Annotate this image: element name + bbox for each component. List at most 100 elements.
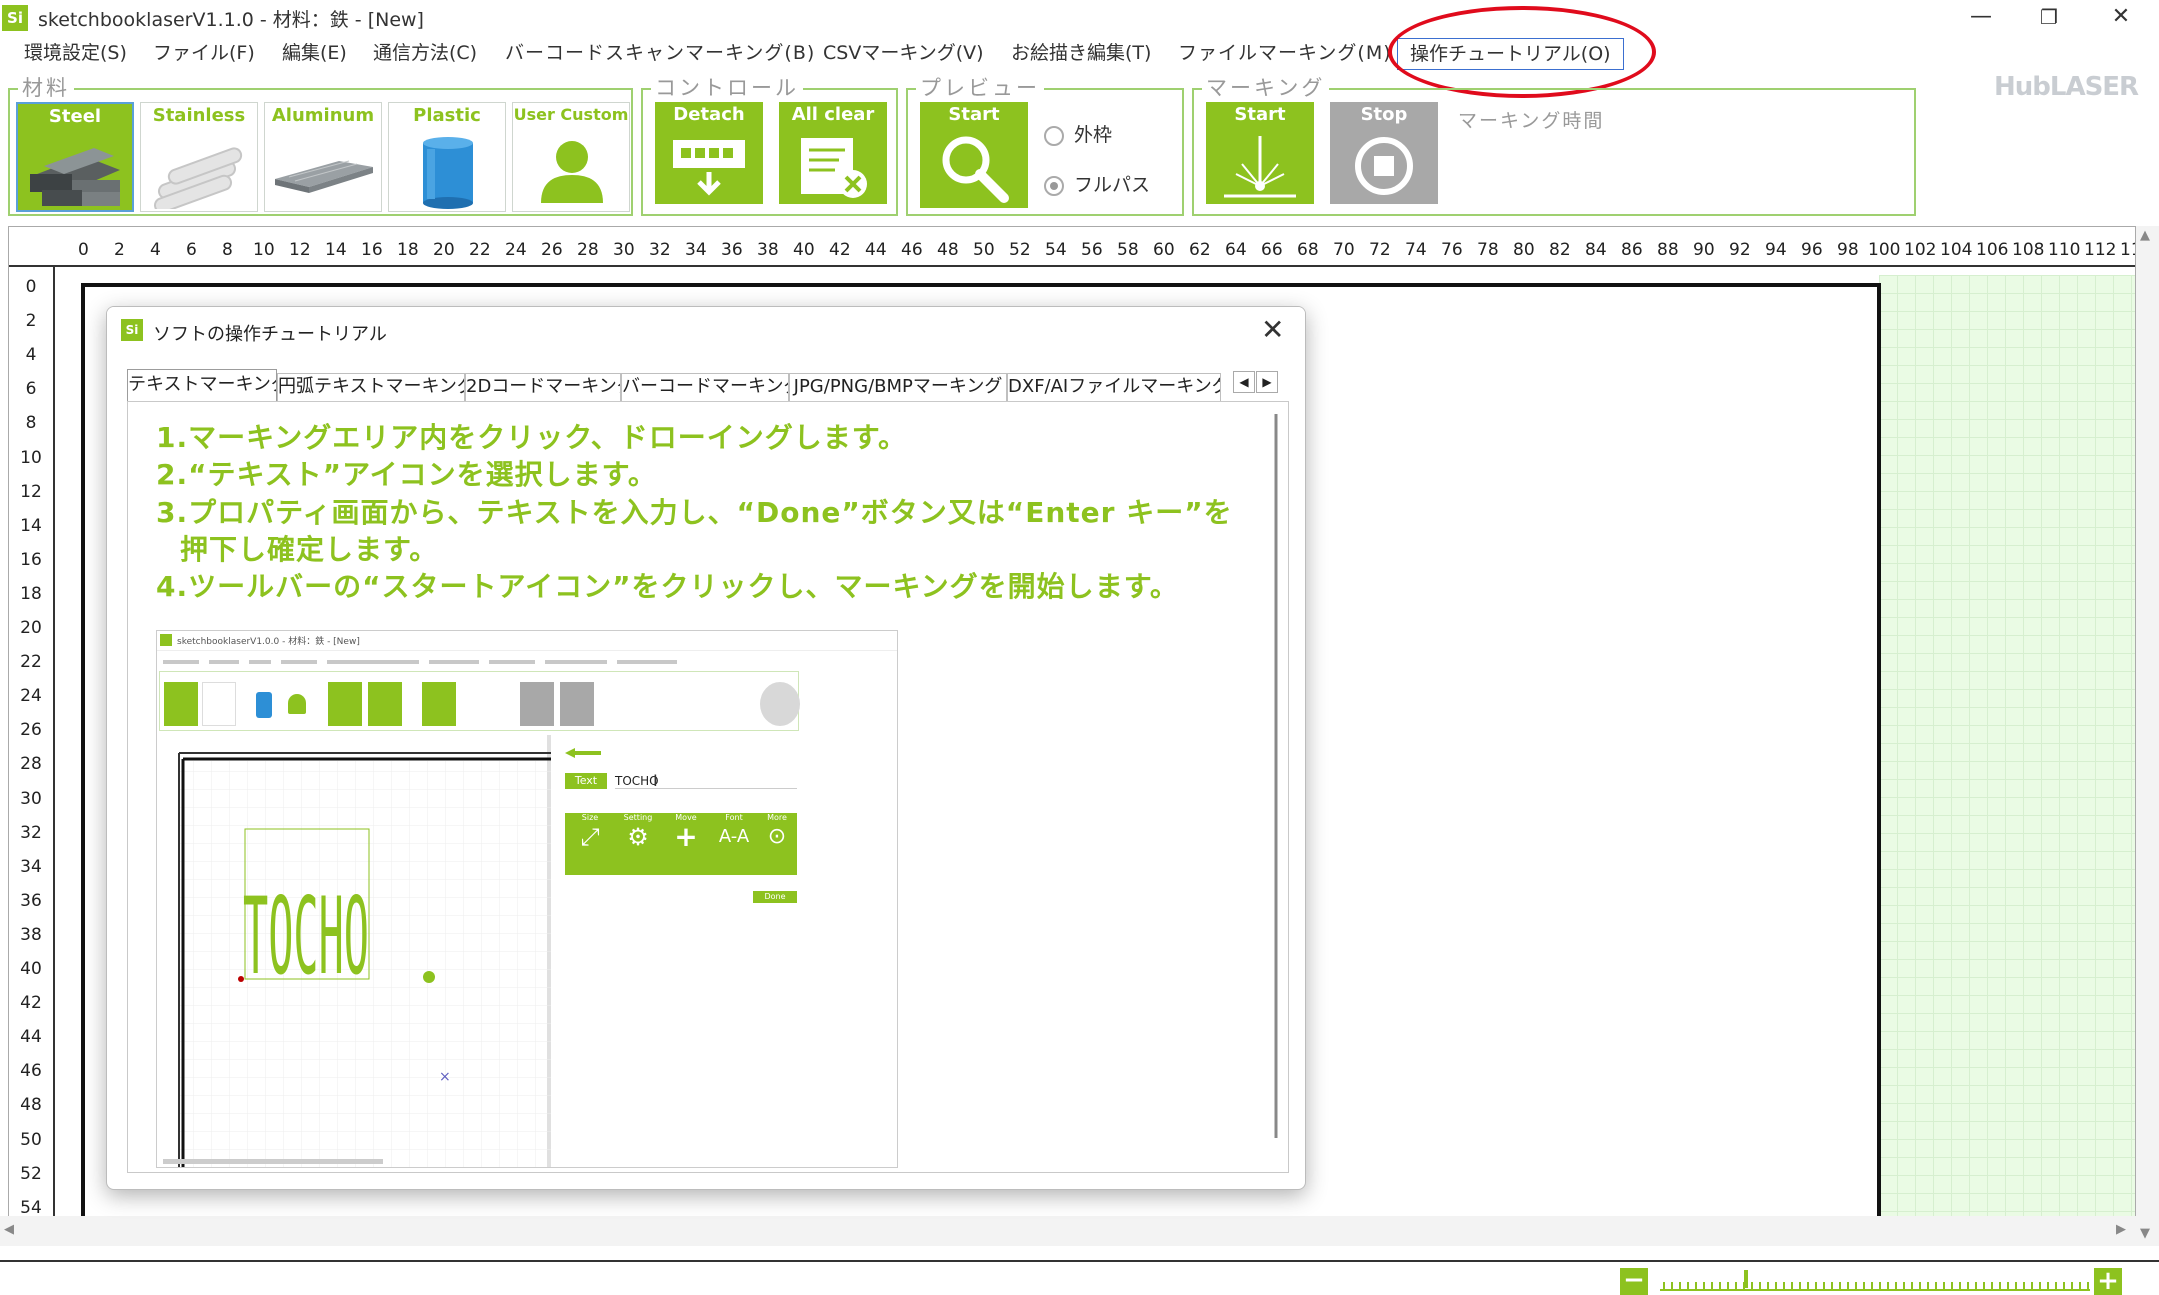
shot-menu-lines — [163, 660, 677, 664]
ruler-v-label: 42 — [20, 993, 42, 1014]
all-clear-button[interactable]: All clear — [779, 102, 887, 204]
material-group-label: 材料 — [18, 72, 74, 102]
zoom-out-button[interactable]: − — [1620, 1267, 1648, 1295]
tab-2d-code-marking[interactable]: 2Dコードマーキング — [465, 373, 621, 401]
menu-edit[interactable]: 編集(E) — [282, 36, 347, 72]
ruler-h-label: 18 — [397, 240, 419, 260]
menu-file-marking[interactable]: ファイルマーキング(M) — [1178, 36, 1392, 72]
detach-label: Detach — [673, 104, 745, 125]
tutorial-step-4: 4.ツールバーの“スタートアイコン”をクリックし、マーキングを開始します。 — [156, 570, 1179, 603]
menu-drawing-edit[interactable]: お絵描き編集(T) — [1011, 36, 1151, 72]
menu-communication[interactable]: 通信方法(C) — [373, 36, 477, 72]
maximize-button[interactable]: ❐ — [2018, 0, 2080, 36]
status-bar: − + — [0, 1260, 2159, 1295]
ruler-h-label: 52 — [1009, 240, 1031, 260]
shot-menubar — [157, 653, 897, 665]
ruler-h-label: 34 — [685, 240, 707, 260]
ruler-h-label: 28 — [577, 240, 599, 260]
marking-stop-button[interactable]: Stop — [1330, 102, 1438, 204]
ruler-v-label: 50 — [20, 1129, 42, 1150]
steel-icon — [30, 148, 120, 206]
ruler-v-label: 14 — [20, 515, 42, 536]
marking-stop-label: Stop — [1360, 104, 1408, 125]
vertical-ruler: 0 2 4 6 8 10 12 14 16 18 20 22 24 26 28 30 32 34 36 38 40 42 4… — [9, 267, 55, 1225]
tutorial-step-3-cont: 押下し確定します。 — [180, 533, 439, 566]
ruler-h-label: 50 — [973, 240, 995, 260]
radio-fullpath[interactable]: フルパス — [1044, 170, 1150, 197]
horizontal-ruler: 0 2 4 6 8 10 12 14 16 18 20 22 24 26 28 30 32 34 36 38 40 42 4… — [9, 227, 2135, 267]
marking-start-button[interactable]: Start — [1206, 102, 1314, 204]
ruler-v-label: 46 — [20, 1061, 42, 1082]
scroll-down-icon[interactable]: ▼ — [2140, 1226, 2150, 1241]
ruler-h-label: 6 — [186, 240, 197, 260]
stop-icon — [1355, 137, 1413, 195]
tab-barcode-marking[interactable]: バーコードマーキング — [621, 373, 789, 401]
vertical-scrollbar[interactable]: ▲ ▼ — [2136, 226, 2159, 1246]
tab-scroll-left-icon[interactable]: ◀ — [1233, 371, 1255, 393]
shot-detach — [328, 682, 362, 726]
tab-text-marking[interactable]: テキストマーキング — [127, 369, 277, 401]
dialog-title-bar: Si ソフトの操作チュートリアル ✕ — [107, 307, 1305, 355]
all-clear-label: All clear — [791, 104, 875, 125]
tab-image-marking[interactable]: JPG/PNG/BMPマーキング — [789, 373, 1007, 401]
ruler-h-label: 76 — [1441, 240, 1463, 260]
user-icon — [541, 141, 603, 203]
menu-bar: 環境設定(S) ファイル(F) 編集(E) 通信方法(C) バーコードスキャンマ… — [0, 36, 2159, 102]
material-aluminum-tile[interactable]: Aluminum — [264, 102, 382, 212]
ruler-h-label: 54 — [1045, 240, 1067, 260]
ruler-h-label: 96 — [1801, 240, 1823, 260]
ruler-h-label: 30 — [613, 240, 635, 260]
scroll-right-icon[interactable]: ▶ — [2116, 1222, 2126, 1237]
marking-time-label: マーキング時間 — [1458, 110, 1605, 132]
ruler-h-label: 66 — [1261, 240, 1283, 260]
shot-tocho-canvas-text: TOCHO — [243, 875, 369, 998]
tab-dxf-ai-marking[interactable]: DXF/AIファイルマーキング — [1007, 373, 1221, 401]
ruler-h-label: 32 — [649, 240, 671, 260]
material-user-custom-tile[interactable]: User Custom — [512, 102, 630, 212]
menu-barcode-scan-marking[interactable]: バーコードスキャンマーキング(B) — [505, 36, 815, 72]
detach-icon — [673, 140, 745, 196]
ruler-v-label: 20 — [20, 618, 42, 638]
menu-csv-marking[interactable]: CSVマーキング(V) — [823, 36, 984, 72]
menu-settings[interactable]: 環境設定(S) — [24, 36, 127, 72]
shot-preview-start — [422, 682, 456, 726]
tab-scroll-right-icon[interactable]: ▶ — [1256, 371, 1278, 393]
dialog-close-button[interactable]: ✕ — [1261, 313, 1284, 346]
scroll-left-icon[interactable]: ◀ — [4, 1222, 14, 1237]
shot-toolbar — [159, 671, 800, 731]
scroll-up-icon[interactable]: ▲ — [2140, 228, 2150, 243]
detach-button[interactable]: Detach — [655, 102, 763, 204]
minimize-button[interactable]: — — [1950, 0, 2012, 36]
material-stainless-tile[interactable]: Stainless — [140, 102, 258, 212]
zoom-in-button[interactable]: + — [2094, 1268, 2122, 1295]
menu-file[interactable]: ファイル(F) — [153, 36, 255, 72]
shot-gray-circle — [760, 682, 800, 726]
preview-start-button[interactable]: Start — [920, 102, 1028, 208]
shot-text-cursor-icon: I — [653, 771, 658, 790]
radio-fullpath-dot — [1044, 175, 1064, 196]
shot-marking-stop — [560, 682, 594, 726]
material-steel-tile[interactable]: Steel — [16, 102, 134, 212]
shot-all-clear — [368, 682, 402, 726]
ruler-h-label: 88 — [1657, 240, 1679, 260]
tab-arc-text-marking[interactable]: 円弧テキストマーキング — [277, 373, 465, 401]
shot-back-arrow-icon — [565, 743, 601, 758]
ruler-v-label: 34 — [20, 856, 42, 877]
shot-font-button: Font A-A — [709, 813, 759, 875]
shot-more-button: More ⊙ — [757, 813, 797, 875]
radio-outline[interactable]: 外枠 — [1044, 120, 1112, 147]
tab-panel: 1.マーキングエリア内をクリック、ドローイングします。 2.“テキスト”アイコン… — [127, 401, 1289, 1173]
ruler-h-label: 0 — [78, 240, 89, 260]
ruler-h-label: 44 — [865, 240, 887, 260]
shot-done-button: Done — [753, 891, 797, 903]
horizontal-scrollbar[interactable]: ◀ ▶ — [0, 1216, 2136, 1246]
dialog-scrollbar[interactable] — [1268, 414, 1284, 1166]
shot-marking-start — [520, 682, 554, 726]
ruler-v-label: 30 — [20, 788, 42, 809]
material-plastic-tile[interactable]: Plastic — [388, 102, 506, 212]
ruler-v-label: 48 — [20, 1095, 42, 1116]
zoom-slider[interactable] — [1660, 1266, 2090, 1295]
shot-setting-button: Setting ⚙ — [613, 813, 663, 875]
close-button[interactable]: ✕ — [2090, 0, 2152, 36]
ruler-h-label: 16 — [361, 240, 383, 260]
